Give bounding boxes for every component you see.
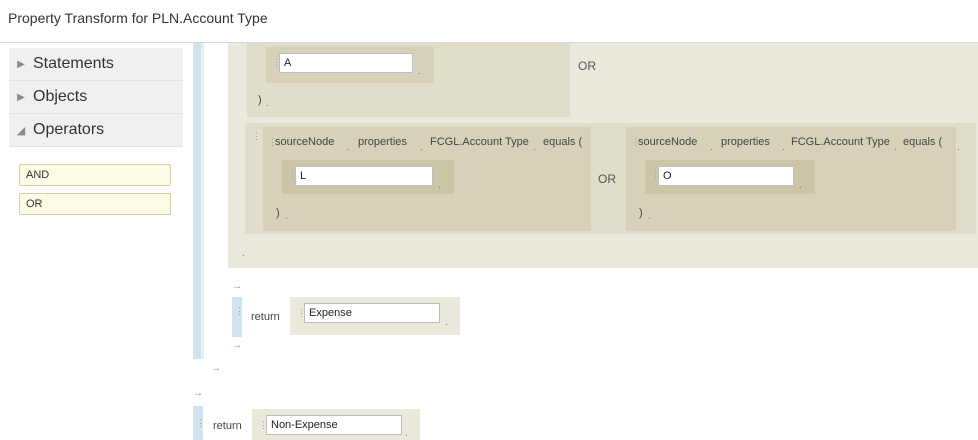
drag-handle-icon[interactable]: ⋮: [252, 131, 261, 142]
connector-dot: .: [420, 142, 423, 153]
connector-dot: .: [405, 428, 408, 439]
palette-item-objects[interactable]: ▶ Objects: [9, 81, 183, 113]
operator-and[interactable]: AND: [19, 164, 171, 186]
return-value-field[interactable]: Expense: [304, 303, 440, 323]
window-title: Property Transform for PLN.Account Type: [8, 10, 268, 26]
connector-dot: .: [894, 142, 897, 153]
connector-dot: .: [782, 142, 785, 153]
or-label: OR: [598, 172, 616, 186]
connector-dot: .: [957, 142, 960, 153]
palette-item-operators[interactable]: ◢ Operators: [9, 114, 183, 146]
token-properties: properties: [358, 136, 407, 148]
connector-dot: .: [418, 66, 421, 77]
token-equals: equals (: [543, 136, 583, 148]
connector-dot: .: [799, 180, 802, 191]
token-equals: equals (: [903, 136, 943, 148]
connector-dot: .: [242, 248, 245, 259]
value-l-field[interactable]: L: [295, 166, 433, 186]
return-keyword: return: [251, 311, 280, 323]
value-a-field[interactable]: A: [279, 53, 413, 73]
operator-or[interactable]: OR: [19, 193, 171, 215]
palette-item-statements[interactable]: ▶ Statements: [9, 48, 183, 80]
triangle-down-icon: ◢: [16, 124, 26, 137]
arrow-right-icon: →: [193, 388, 203, 399]
triangle-right-icon: ▶: [17, 91, 25, 103]
arrow-right-icon: →: [232, 281, 242, 292]
connector-dot: .: [266, 98, 269, 109]
or-label: OR: [578, 59, 596, 73]
connector-dot: .: [648, 211, 651, 222]
connector-dot: .: [710, 142, 713, 153]
token-account-type: FCGL.Account Type: [430, 136, 529, 148]
palette-separator: [9, 146, 183, 147]
value-o-field[interactable]: O: [658, 166, 794, 186]
return-keyword: return: [213, 420, 242, 432]
arrow-right-icon: →: [211, 363, 221, 374]
token-properties: properties: [721, 136, 770, 148]
token-sourcenode: sourceNode: [275, 136, 335, 148]
connector-dot: .: [533, 142, 536, 153]
connector-dot: .: [445, 317, 448, 328]
outer-block-rail-edge: [201, 43, 204, 359]
connector-dot: .: [347, 142, 350, 153]
palette-item-label: Operators: [33, 121, 105, 138]
triangle-right-icon: ▶: [17, 58, 25, 70]
arrow-right-icon: →: [232, 340, 242, 351]
close-paren: ): [276, 207, 280, 219]
drag-handle-icon[interactable]: ⋮: [235, 306, 244, 317]
token-sourcenode: sourceNode: [638, 136, 698, 148]
outer-block-rail[interactable]: [193, 43, 201, 359]
connector-dot: .: [285, 211, 288, 222]
palette-item-label: Statements: [33, 55, 114, 72]
close-paren: ): [258, 94, 262, 106]
return-rail[interactable]: [232, 297, 242, 337]
outer-return-value-field[interactable]: Non-Expense: [266, 415, 402, 435]
drag-handle-icon[interactable]: ⋮: [196, 418, 205, 429]
connector-dot: .: [438, 180, 441, 191]
palette-item-label: Objects: [33, 88, 88, 105]
token-account-type: FCGL.Account Type: [791, 136, 890, 148]
close-paren: ): [639, 207, 643, 219]
